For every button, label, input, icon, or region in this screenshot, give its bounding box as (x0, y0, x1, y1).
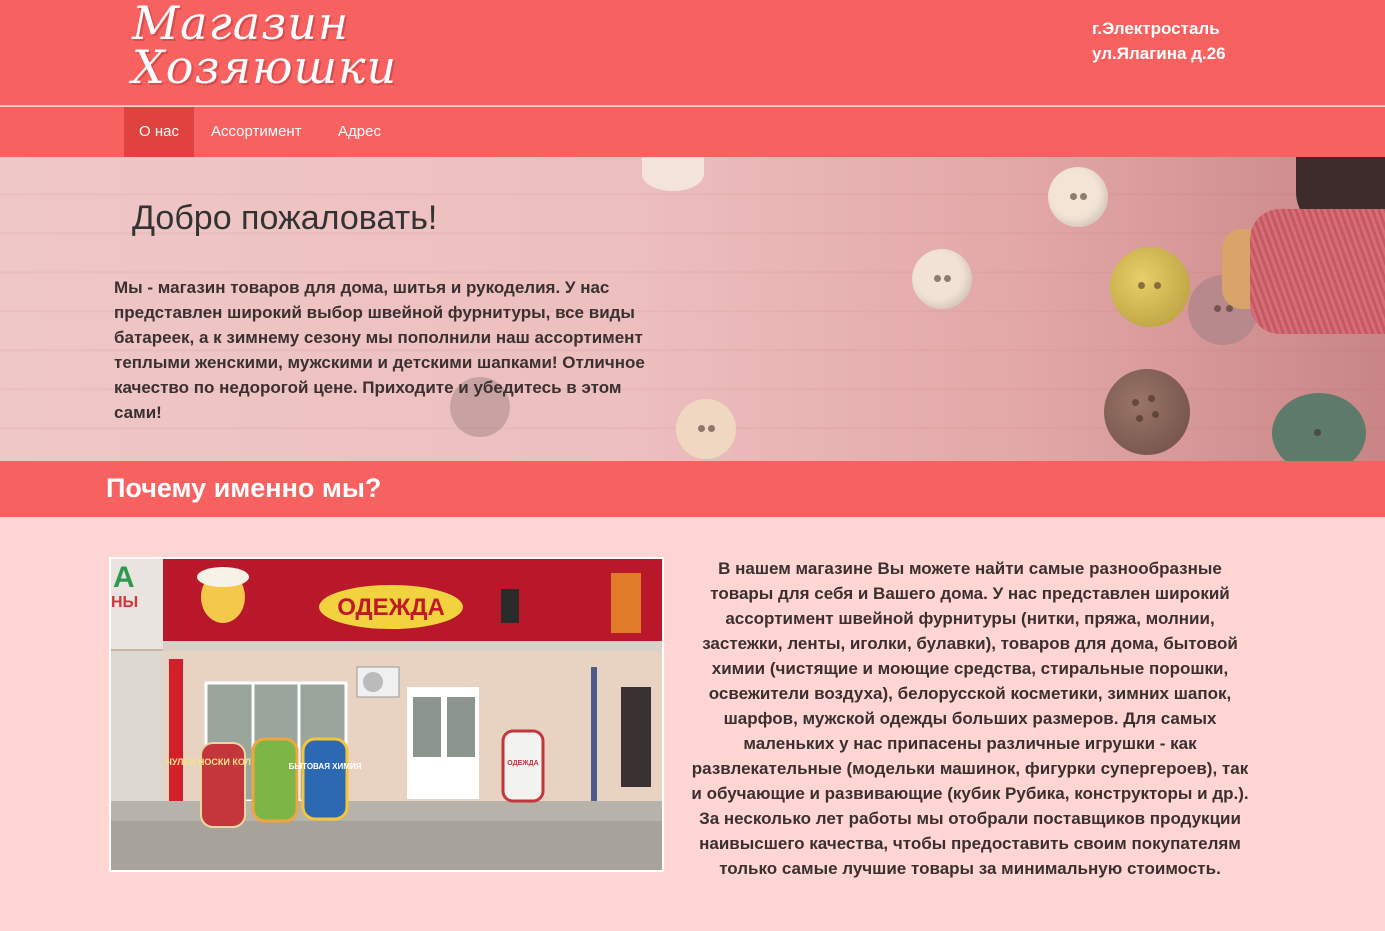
storefront-illustration: А НЫ ОДЕЖДА ЧУЛКИ НОСКИ КОЛГОТКИ БЫТОВАЯ… (111, 559, 662, 870)
about-text: Мы - магазин товаров для дома, шитья и р… (114, 278, 645, 422)
main-nav: О нас Ассортимент Адрес (0, 107, 1385, 157)
thread-spool-decoration (1250, 209, 1385, 334)
button-decoration (1048, 167, 1108, 227)
button-decoration (676, 399, 736, 459)
button-decoration (1110, 247, 1190, 327)
nav-item-assortment[interactable]: Ассортимент (196, 107, 317, 157)
logo-line-2: Хозяюшки (132, 40, 398, 94)
why-us-title: Почему именно мы? (106, 473, 382, 503)
address-city: г.Электросталь (1092, 19, 1220, 38)
button-decoration (1104, 369, 1190, 455)
why-us-band: Почему именно мы? (0, 461, 1385, 517)
left-sign-fragment: А (113, 561, 135, 594)
button-decoration (642, 157, 704, 191)
shop-sign-text: ОДЕЖДА (337, 594, 445, 621)
left-sign-fragment-2: НЫ (111, 594, 138, 611)
store-address: г.Электросталь ул.Ялагина д.26 (1092, 16, 1226, 66)
site-header: Магазин Хозяюшки г.Электросталь ул.Ялаги… (0, 0, 1385, 106)
button-decoration (1272, 393, 1366, 461)
logo-line-1: Магазин (132, 0, 350, 50)
nav-item-about[interactable]: О нас (124, 107, 194, 157)
nav-item-address[interactable]: Адрес (323, 107, 396, 157)
storefront-photo: А НЫ ОДЕЖДА ЧУЛКИ НОСКИ КОЛГОТКИ БЫТОВАЯ… (109, 557, 664, 872)
why-us-text: В нашем магазине Вы можете найти самые р… (691, 559, 1249, 878)
address-street: ул.Ялагина д.26 (1092, 44, 1226, 63)
hero-banner: Добро пожаловать! Мы - магазин товаров д… (0, 157, 1385, 461)
site-logo[interactable]: Магазин Хозяюшки (132, 0, 398, 94)
welcome-title: Добро пожаловать! (132, 199, 438, 237)
board-4-text: ОДЕЖДА (507, 760, 538, 767)
board-3-text: БЫТОВАЯ ХИМИЯ (289, 762, 362, 771)
button-decoration (912, 249, 972, 309)
